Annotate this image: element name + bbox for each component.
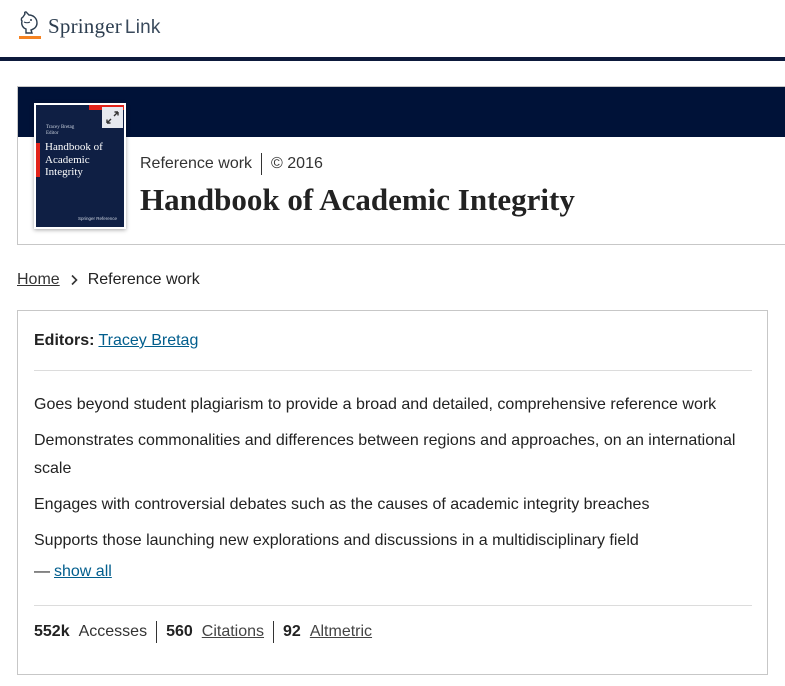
show-all-link[interactable]: show all: [54, 563, 112, 580]
metric-separator: [156, 621, 158, 643]
site-header: Springer Link: [0, 0, 785, 61]
book-summary-card: Editors: Tracey Bretag Goes beyond studen…: [17, 310, 768, 675]
logo-suffix: Link: [124, 16, 161, 38]
citations-count: 560: [166, 623, 193, 640]
breadcrumb-current: Reference work: [87, 271, 200, 288]
metric-separator: [273, 621, 275, 643]
book-title: Handbook of Academic Integrity: [140, 182, 575, 217]
citations-link[interactable]: Citations: [202, 623, 264, 641]
cover-publisher: Springer Reference: [78, 216, 118, 221]
header-rule: [0, 57, 785, 61]
editors-line: Editors: Tracey Bretag: [34, 332, 198, 350]
feature-item: Supports those launching new exploration…: [34, 532, 639, 549]
breadcrumb-home-link[interactable]: Home: [17, 271, 60, 289]
feature-item: Engages with controversial debates such …: [34, 496, 650, 513]
feature-item: Demonstrates commonalities and differenc…: [34, 432, 736, 477]
metrics-bar: 552k Accesses 560 Citations 92 Altmetric: [34, 621, 372, 643]
divider: [34, 605, 752, 606]
expand-cover-button[interactable]: [102, 107, 123, 128]
editor-link[interactable]: Tracey Bretag: [98, 332, 198, 349]
editors-label: Editors:: [34, 332, 95, 349]
divider: [34, 370, 752, 371]
accesses-count: 552k: [34, 623, 70, 640]
altmetric-count: 92: [283, 623, 301, 640]
book-meta: Reference work © 2016: [140, 153, 323, 175]
hero-band: [18, 87, 785, 137]
breadcrumb: Home Reference work: [17, 271, 200, 289]
meta-separator: [261, 153, 263, 175]
feature-item: Goes beyond student plagiarism to provid…: [34, 396, 717, 413]
logo-brand: Springer: [48, 13, 122, 38]
cover-title: Handbook of Academic Integrity: [45, 141, 103, 178]
show-all-line: — show all: [34, 563, 112, 581]
content-type: Reference work: [140, 155, 253, 172]
feature-list: Goes beyond student plagiarism to provid…: [34, 391, 756, 563]
chevron-right-icon: [71, 274, 78, 286]
accesses-label: Accesses: [78, 623, 148, 640]
copyright-year: © 2016: [271, 155, 323, 172]
expand-arrows-icon: [106, 111, 119, 124]
springer-link-logo[interactable]: Springer Link: [16, 10, 161, 42]
show-all-prefix: —: [34, 563, 50, 580]
cover-role: Editor: [46, 131, 59, 136]
springer-horse-icon: [19, 11, 41, 39]
altmetric-link[interactable]: Altmetric: [310, 623, 372, 641]
book-hero: Tracey Bretag Editor Handbook of Academi…: [17, 86, 785, 245]
